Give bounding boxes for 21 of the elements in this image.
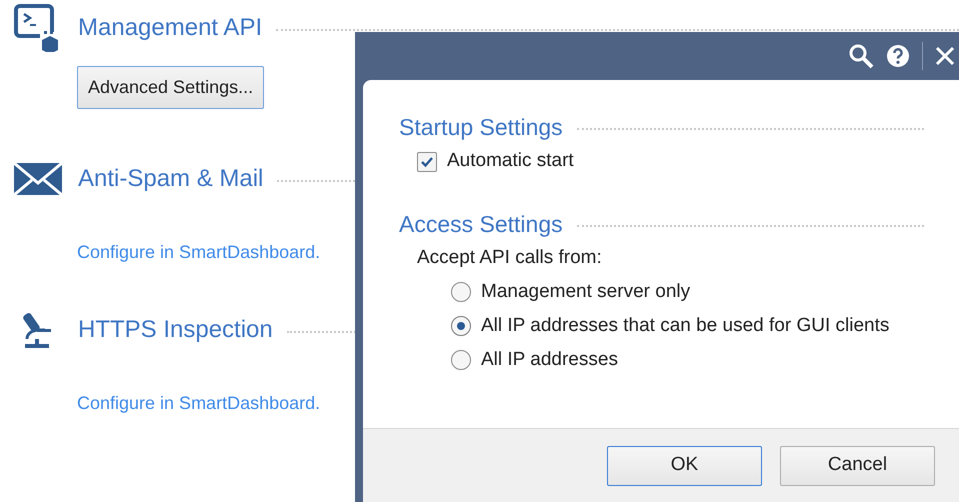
section-title: HTTPS Inspection [78,315,273,345]
envelope-icon [13,162,63,196]
section-title: Management API [78,13,262,43]
help-icon[interactable] [886,44,910,68]
group-title: Access Settings [399,210,563,239]
option-label: All IP addresses [481,348,618,372]
checkbox[interactable] [417,152,437,172]
close-icon[interactable] [935,46,955,66]
option-label: All IP addresses that can be used for GUI clients [481,314,890,338]
option-label: Management server only [481,280,690,304]
radio-button[interactable] [451,282,471,302]
radio-button[interactable] [451,316,471,336]
dialog-button[interactable]: OK [607,446,762,486]
dialog-button[interactable]: Cancel [780,446,935,486]
radio-button[interactable] [451,350,471,370]
section-title: Anti-Spam & Mail [78,164,264,194]
advanced-settings-button[interactable]: Advanced Settings... [77,66,264,109]
field-label: Accept API calls from: [417,246,602,270]
option-label: Automatic start [447,149,574,174]
search-icon[interactable] [848,43,874,69]
group-title: Startup Settings [399,113,563,142]
